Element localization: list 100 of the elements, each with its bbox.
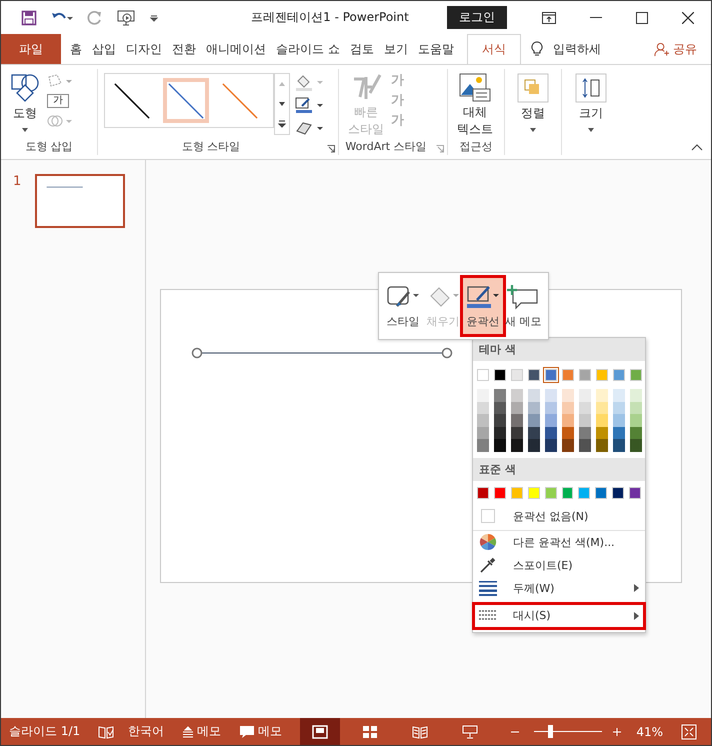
menu-item[interactable]: 윤곽선 없음(N) [473, 504, 645, 530]
minimize-icon[interactable] [590, 16, 602, 18]
ribbon-tab[interactable]: 홈 [65, 34, 87, 64]
color-swatch[interactable] [629, 486, 642, 498]
edit-shape-icon[interactable] [47, 73, 73, 89]
size-button[interactable]: 크기 [572, 71, 610, 134]
color-swatch[interactable] [511, 414, 523, 426]
normal-view-button[interactable] [300, 718, 340, 745]
color-swatch[interactable] [612, 486, 624, 498]
alt-text-button[interactable]: 대체 텍스트 [454, 71, 496, 139]
color-swatch[interactable] [562, 389, 574, 402]
color-swatch[interactable] [545, 402, 557, 414]
shapes-button[interactable]: 도형 [7, 71, 43, 134]
color-swatch[interactable] [613, 426, 625, 439]
share-button[interactable]: 공유 [654, 34, 697, 64]
color-swatch[interactable] [545, 439, 557, 452]
color-swatch[interactable] [528, 402, 540, 414]
color-swatch[interactable] [579, 426, 591, 439]
color-swatch[interactable] [613, 439, 625, 452]
dialog-launcher-icon[interactable] [327, 145, 335, 153]
text-box-button[interactable]: 가 [47, 94, 69, 108]
color-swatch[interactable] [596, 402, 608, 414]
color-swatch[interactable] [494, 389, 506, 402]
zoom-slider-thumb[interactable] [548, 725, 553, 738]
color-swatch[interactable] [528, 426, 540, 439]
zoom-in-icon[interactable] [612, 726, 622, 736]
comments-button[interactable]: 메모 [239, 723, 282, 740]
color-swatch[interactable] [545, 414, 557, 426]
color-swatch[interactable] [511, 439, 523, 452]
color-swatch[interactable] [630, 402, 642, 414]
style-button[interactable]: 스타일 [383, 278, 423, 334]
color-swatch[interactable] [562, 426, 574, 439]
redo-icon[interactable] [87, 10, 103, 26]
color-swatch[interactable] [562, 414, 574, 426]
color-swatch[interactable] [545, 389, 557, 402]
color-swatch[interactable] [596, 426, 608, 439]
zoom-level[interactable]: 41% [636, 724, 663, 738]
color-swatch[interactable] [510, 486, 523, 498]
outline-button[interactable]: 윤곽선 [463, 278, 503, 334]
color-swatch[interactable] [511, 389, 523, 402]
spell-check-icon[interactable] [98, 724, 114, 738]
color-swatch[interactable] [494, 426, 506, 439]
color-swatch[interactable] [477, 486, 489, 498]
color-swatch[interactable] [596, 414, 608, 426]
color-swatch[interactable] [579, 414, 591, 426]
color-swatch[interactable] [579, 389, 591, 402]
color-swatch[interactable] [494, 402, 506, 414]
merge-shapes-icon[interactable] [47, 113, 73, 129]
color-swatch[interactable] [562, 486, 574, 498]
arrange-button[interactable]: 정렬 [514, 71, 552, 134]
ribbon-tab[interactable]: 보기 [378, 34, 413, 64]
color-swatch[interactable] [562, 402, 574, 414]
ribbon-tab[interactable]: 삽입 [87, 34, 121, 64]
shape-fill-icon[interactable] [294, 73, 324, 91]
maximize-icon[interactable] [636, 12, 648, 24]
color-swatch[interactable] [494, 414, 506, 426]
color-swatch[interactable] [595, 486, 608, 498]
notes-button[interactable]: 메모 [182, 723, 222, 740]
color-swatch[interactable] [630, 439, 642, 452]
color-swatch[interactable] [579, 402, 591, 414]
ribbon-tab[interactable]: 디자인 [121, 34, 167, 64]
slide-thumbnail[interactable] [35, 174, 126, 228]
collapse-ribbon-icon[interactable] [691, 143, 703, 151]
color-swatch[interactable] [528, 414, 540, 426]
selected-line-shape[interactable] [191, 347, 453, 359]
login-button[interactable]: 로그인 [447, 6, 507, 29]
color-swatch[interactable] [477, 389, 489, 402]
color-swatch[interactable] [579, 439, 591, 452]
color-swatch[interactable] [613, 402, 625, 414]
menu-item[interactable]: 두께(W) [473, 576, 645, 600]
color-swatch[interactable] [477, 426, 489, 439]
save-icon[interactable] [21, 10, 37, 26]
color-swatch[interactable] [477, 439, 489, 452]
tell-me-field[interactable]: 입력하세 [552, 40, 601, 58]
color-swatch[interactable] [477, 414, 489, 426]
color-swatch[interactable] [511, 402, 523, 414]
menu-item[interactable]: 대시(S) [473, 602, 645, 628]
color-swatch[interactable] [562, 439, 574, 452]
language-label[interactable]: 한국어 [128, 723, 164, 740]
color-swatch[interactable] [613, 414, 625, 426]
close-icon[interactable] [682, 12, 694, 24]
fit-to-window-icon[interactable] [681, 724, 697, 740]
ribbon-tab[interactable]: 애니메이션 [201, 34, 271, 64]
color-swatch[interactable] [630, 426, 642, 439]
color-swatch[interactable] [528, 389, 540, 402]
ribbon-tab[interactable]: 도움말 [412, 34, 459, 64]
color-swatch[interactable] [596, 439, 608, 452]
color-swatch[interactable] [545, 426, 557, 439]
color-swatch[interactable] [528, 486, 540, 498]
ribbon-display-icon[interactable] [542, 12, 556, 24]
presentation-icon[interactable] [117, 10, 135, 26]
color-swatch[interactable] [528, 439, 540, 452]
ribbon-tab[interactable]: 파일 [1, 34, 61, 64]
ribbon-tab[interactable]: 전환 [167, 34, 201, 64]
color-swatch[interactable] [477, 402, 489, 414]
customize-icon[interactable] [149, 12, 159, 22]
color-swatch[interactable] [613, 389, 625, 402]
ribbon-tab[interactable]: 서식 [466, 34, 521, 64]
color-swatch[interactable] [511, 426, 523, 439]
menu-item[interactable]: 스포이트(E) [473, 554, 645, 576]
